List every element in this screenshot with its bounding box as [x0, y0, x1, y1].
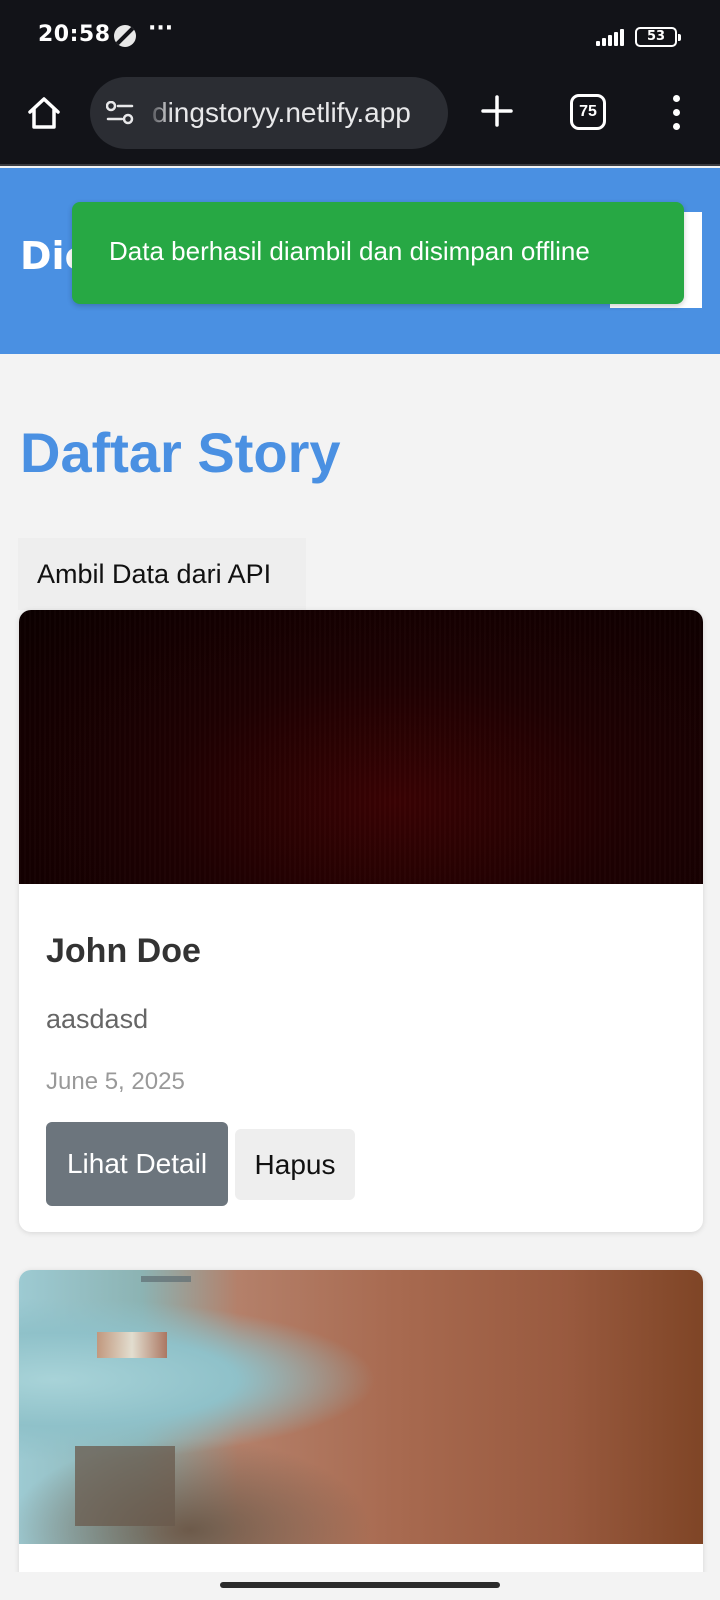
story-image — [19, 1270, 703, 1544]
story-image — [19, 610, 703, 884]
status-bar: 20:58 ··· 53 — [0, 0, 720, 72]
story-description: aasdasd — [46, 1004, 149, 1034]
story-name: John Doe — [46, 932, 201, 970]
status-time: 20:58 — [38, 22, 111, 47]
home-button[interactable] — [22, 91, 66, 135]
more-notifications-icon: ··· — [148, 16, 174, 41]
tab-switcher-button[interactable]: 75 — [570, 94, 606, 130]
address-bar[interactable]: dingstoryy.netlify.app — [90, 77, 448, 149]
delete-button[interactable]: Hapus — [235, 1129, 355, 1200]
url-fade — [146, 91, 172, 135]
signal-icon — [596, 28, 626, 46]
new-tab-button[interactable] — [476, 90, 518, 132]
url-text[interactable]: dingstoryy.netlify.app — [152, 97, 411, 129]
gesture-area — [0, 1572, 720, 1600]
gesture-handle[interactable] — [220, 1582, 500, 1588]
more-vert-icon[interactable] — [664, 92, 688, 132]
page-title: Daftar Story — [20, 421, 341, 484]
plus-icon — [481, 95, 513, 127]
battery-icon: 53 — [635, 27, 681, 47]
story-card: John Doe aasdasd June 5, 2025 Lihat Deta… — [19, 610, 703, 1232]
toast-notification: Data berhasil diambil dan disimpan offli… — [72, 202, 684, 304]
story-card — [19, 1270, 703, 1590]
site-settings-icon[interactable] — [106, 101, 134, 125]
app-notification-icon — [114, 25, 136, 47]
story-date: June 5, 2025 — [46, 1068, 185, 1095]
home-icon — [28, 97, 60, 129]
fetch-data-button[interactable]: Ambil Data dari API — [18, 538, 306, 610]
view-detail-button[interactable]: Lihat Detail — [46, 1122, 228, 1206]
browser-toolbar: dingstoryy.netlify.app 75 — [0, 72, 720, 166]
